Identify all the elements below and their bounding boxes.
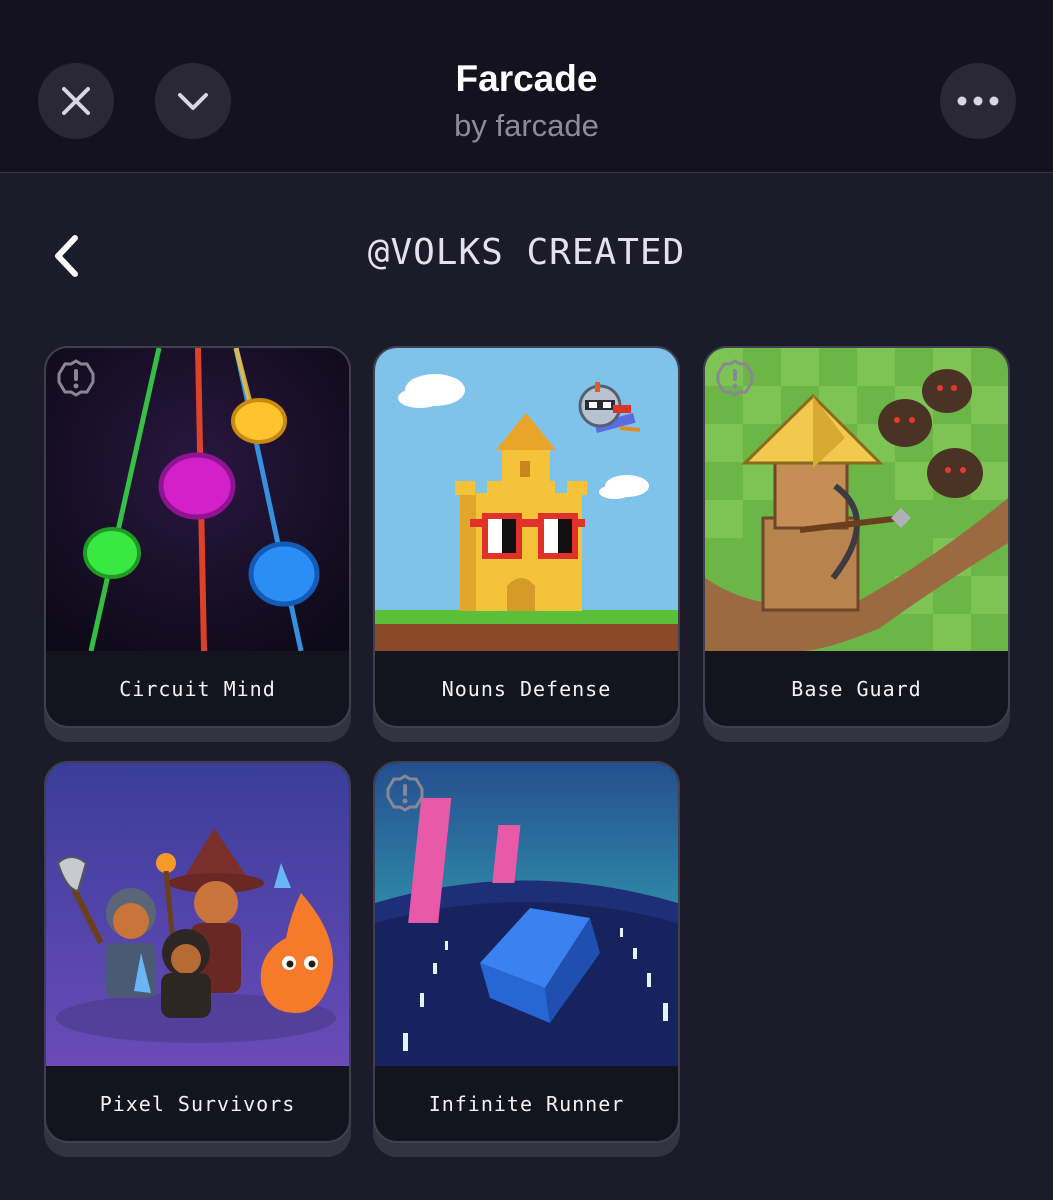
more-horizontal-icon [957,96,999,106]
warning-icon [386,774,424,812]
game-thumbnail-nouns-defense [375,348,678,651]
frame-header: Farcade by farcade [0,0,1053,173]
card-body: Infinite Runner [373,761,680,1143]
game-title: Pixel Survivors [99,1091,296,1116]
game-card-pixel-survivors[interactable]: Pixel Survivors [44,761,351,1157]
card-body: Base Guard [703,346,1010,728]
card-body: Nouns Defense [373,346,680,728]
warning-icon [57,359,95,397]
page-title: @VOLKS CREATED [367,232,686,273]
warning-icon [716,359,754,397]
game-card-circuit-mind[interactable]: Circuit Mind [44,346,351,742]
game-title: Nouns Defense [441,676,612,701]
frame-subtitle: by farcade [454,108,599,143]
more-options-button[interactable] [940,63,1016,139]
game-title: Base Guard [791,676,922,701]
card-body: Circuit Mind [44,346,351,728]
card-body: Pixel Survivors [44,761,351,1143]
game-card-base-guard[interactable]: Base Guard [703,346,1010,742]
game-thumbnail-pixel-survivors [46,763,349,1066]
game-title: Circuit Mind [119,676,276,701]
hero-party-image [46,763,349,1066]
game-card-infinite-runner[interactable]: Infinite Runner [373,761,680,1157]
game-card-nouns-defense[interactable]: Nouns Defense [373,346,680,742]
frame-title: Farcade [455,58,598,99]
game-title: Infinite Runner [428,1091,625,1116]
pixel-castle-image [375,348,678,651]
